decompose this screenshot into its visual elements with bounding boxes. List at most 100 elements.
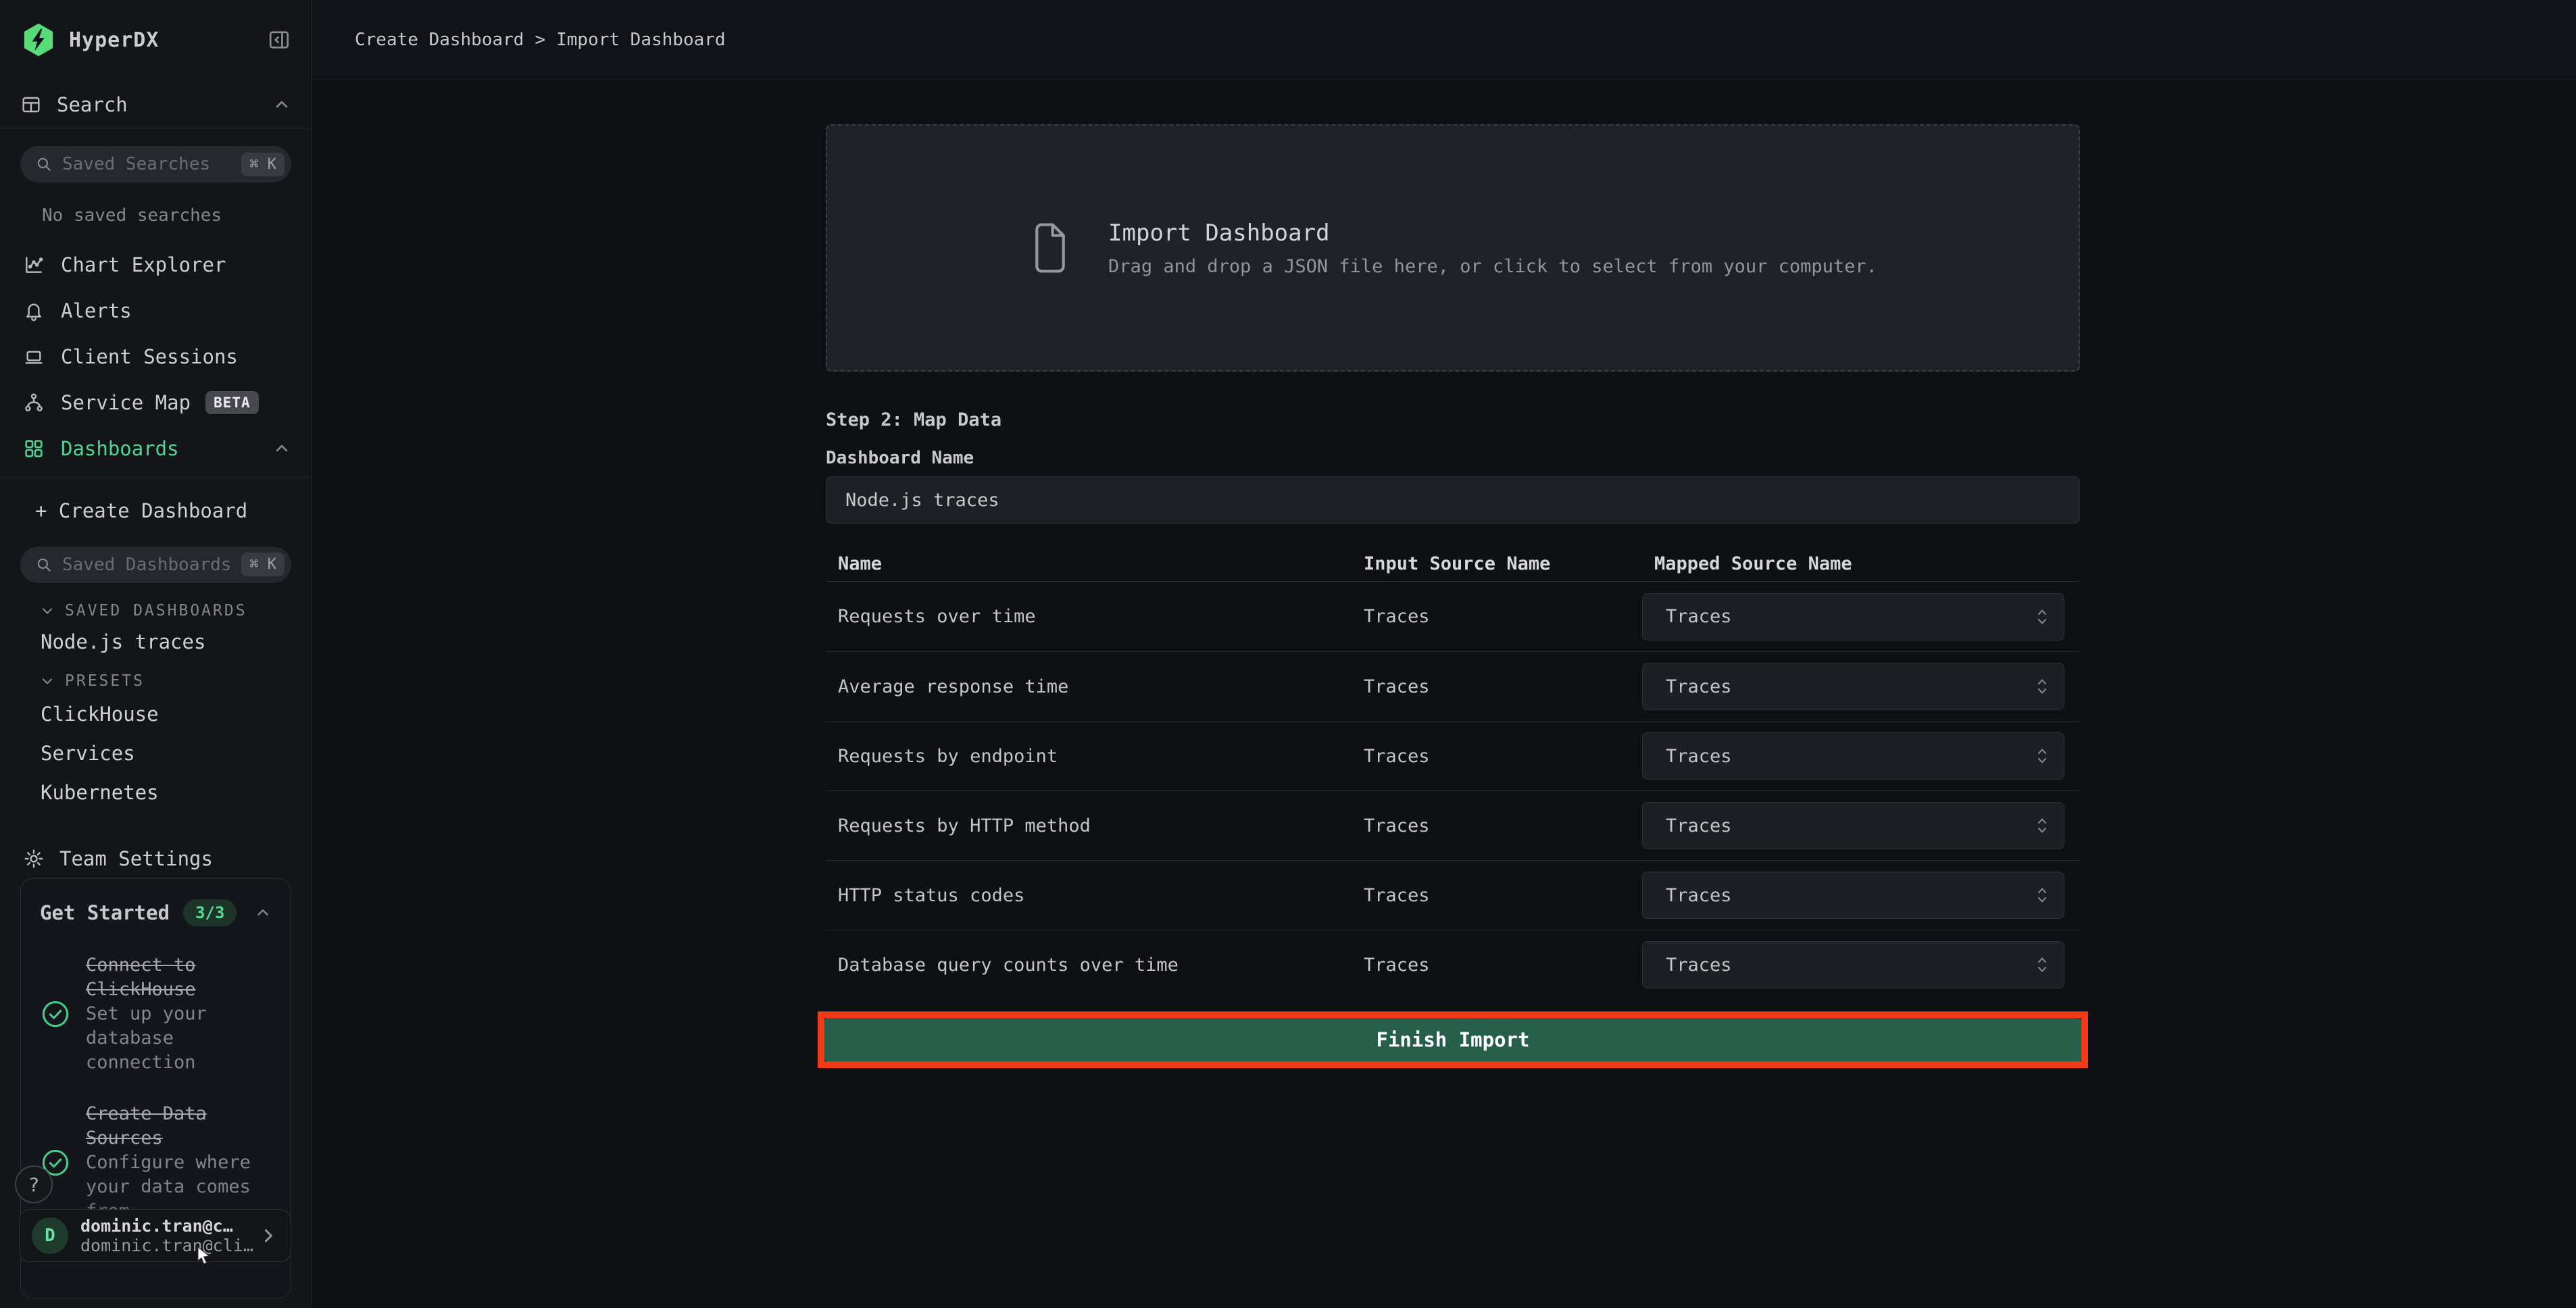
get-started-item-text: Connect to ClickHouse Set up your databa… bbox=[86, 953, 272, 1075]
sidebar-item-service-map[interactable]: Service Map BETA bbox=[20, 380, 291, 426]
logo-row: HyperDX bbox=[20, 22, 291, 58]
input-source-value: Traces bbox=[1352, 955, 1642, 976]
input-source-value: Traces bbox=[1352, 606, 1642, 627]
task-title: Create Data Sources bbox=[86, 1102, 272, 1151]
sidebar-item-chart-explorer[interactable]: Chart Explorer bbox=[20, 242, 291, 288]
selected-option: Traces bbox=[1666, 955, 1732, 976]
input-source-value: Traces bbox=[1352, 815, 1642, 836]
step-label: Step 2: Map Data bbox=[826, 409, 2080, 430]
table-row: HTTP status codes Traces Traces bbox=[826, 860, 2080, 930]
get-started-title: Get Started bbox=[40, 901, 170, 924]
dashboard-name-input[interactable] bbox=[826, 476, 2080, 524]
row-name: Requests by HTTP method bbox=[826, 815, 1352, 836]
chart-icon bbox=[23, 254, 45, 276]
dropzone-subtitle: Drag and drop a JSON file here, or click… bbox=[1108, 256, 1877, 277]
select-chevrons-icon bbox=[2035, 677, 2049, 696]
check-circle-icon bbox=[40, 999, 71, 1030]
sidebar-item-label: Alerts bbox=[61, 299, 132, 322]
sidebar-item-dashboards[interactable]: Dashboards bbox=[20, 426, 291, 472]
mapped-source-select[interactable]: Traces bbox=[1642, 872, 2064, 919]
row-name: Requests by endpoint bbox=[826, 746, 1352, 767]
saved-searches-input[interactable]: Saved Searches ⌘ K bbox=[20, 146, 291, 182]
divider bbox=[0, 477, 312, 478]
input-source-value: Traces bbox=[1352, 676, 1642, 697]
row-name: HTTP status codes bbox=[826, 885, 1352, 906]
beta-badge: BETA bbox=[205, 391, 259, 414]
select-chevrons-icon bbox=[2035, 816, 2049, 835]
breadcrumb-create-dashboard[interactable]: Create Dashboard bbox=[355, 30, 524, 50]
select-chevrons-icon bbox=[2035, 607, 2049, 626]
sidebar-item-alerts[interactable]: Alerts bbox=[20, 288, 291, 334]
dropzone-title: Import Dashboard bbox=[1108, 220, 1877, 247]
preset-item-services[interactable]: Services bbox=[20, 738, 291, 768]
column-header-name: Name bbox=[826, 553, 1352, 574]
sidebar-item-label: Service Map bbox=[61, 391, 191, 414]
mapped-source-select[interactable]: Traces bbox=[1642, 941, 2064, 988]
main-area: Create Dashboard > Import Dashboard Impo… bbox=[312, 0, 2576, 1308]
mapped-source-select[interactable]: Traces bbox=[1642, 732, 2064, 780]
sidebar-item-label: Chart Explorer bbox=[61, 253, 226, 276]
preset-item-kubernetes[interactable]: Kubernetes bbox=[20, 778, 291, 807]
saved-dashboards-group[interactable]: SAVED DASHBOARDS bbox=[20, 602, 291, 620]
sidebar-item-label: Client Sessions bbox=[61, 345, 238, 368]
breadcrumb-separator: > bbox=[535, 30, 545, 50]
select-chevrons-icon bbox=[2035, 747, 2049, 765]
avatar: D bbox=[32, 1217, 68, 1254]
shortcut-badge: ⌘ K bbox=[241, 553, 284, 576]
file-icon bbox=[1029, 220, 1072, 276]
table-row: Requests by HTTP method Traces Traces bbox=[826, 790, 2080, 860]
dashboard-name-label: Dashboard Name bbox=[826, 448, 2080, 468]
selected-option: Traces bbox=[1666, 676, 1732, 697]
get-started-item[interactable]: Connect to ClickHouse Set up your databa… bbox=[40, 953, 272, 1075]
mapped-source-select[interactable]: Traces bbox=[1642, 802, 2064, 849]
chevron-up-icon bbox=[272, 439, 291, 458]
chevron-down-icon bbox=[39, 603, 55, 619]
selected-option: Traces bbox=[1666, 815, 1732, 836]
sidebar-item-label: Dashboards bbox=[61, 437, 179, 460]
presets-group[interactable]: PRESETS bbox=[20, 672, 291, 690]
sidebar-item-client-sessions[interactable]: Client Sessions bbox=[20, 334, 291, 380]
create-dashboard-label: + Create Dashboard bbox=[35, 499, 247, 522]
create-dashboard-button[interactable]: + Create Dashboard bbox=[20, 493, 291, 528]
search-icon bbox=[35, 556, 53, 574]
nav-search[interactable]: Search bbox=[20, 86, 291, 122]
mapped-source-select[interactable]: Traces bbox=[1642, 663, 2064, 710]
table-row: Database query counts over time Traces T… bbox=[826, 930, 2080, 999]
dropzone-inner: Import Dashboard Drag and drop a JSON fi… bbox=[1029, 220, 1877, 277]
user-email: dominic.tran@cli… bbox=[80, 1236, 253, 1255]
dashboard-item-nodejs-traces[interactable]: Node.js traces bbox=[20, 630, 291, 653]
table-header: Name Input Source Name Mapped Source Nam… bbox=[826, 547, 2080, 582]
row-name: Average response time bbox=[826, 676, 1352, 697]
file-dropzone[interactable]: Import Dashboard Drag and drop a JSON fi… bbox=[826, 124, 2080, 372]
chevron-down-icon bbox=[39, 673, 55, 689]
user-texts: dominic.tran@c… dominic.tran@cli… bbox=[80, 1216, 253, 1255]
mapped-source-select[interactable]: Traces bbox=[1642, 593, 2064, 640]
team-settings-label: Team Settings bbox=[59, 847, 213, 870]
question-icon: ? bbox=[28, 1174, 40, 1196]
input-source-value: Traces bbox=[1352, 885, 1642, 906]
task-title: Connect to ClickHouse bbox=[86, 953, 272, 1002]
user-name: dominic.tran@c… bbox=[80, 1216, 253, 1236]
breadcrumb-import-dashboard: Import Dashboard bbox=[556, 30, 725, 50]
sidebar-collapse-icon[interactable] bbox=[267, 28, 291, 52]
import-content: Import Dashboard Drag and drop a JSON fi… bbox=[826, 80, 2080, 1068]
gear-icon bbox=[23, 848, 45, 870]
preset-item-clickhouse[interactable]: ClickHouse bbox=[20, 699, 291, 729]
task-desc: Set up your database connection bbox=[86, 1002, 272, 1075]
topbar: Create Dashboard > Import Dashboard bbox=[312, 0, 2576, 80]
app-root: HyperDX Search bbox=[0, 0, 2576, 1308]
hierarchy-icon bbox=[23, 392, 45, 413]
user-menu[interactable]: D dominic.tran@c… dominic.tran@cli… bbox=[19, 1209, 291, 1262]
get-started-item[interactable]: Create Data Sources Configure where your… bbox=[40, 1102, 272, 1224]
finish-import-button[interactable]: Finish Import bbox=[824, 1018, 2081, 1061]
chevron-right-icon bbox=[258, 1226, 278, 1246]
row-name: Database query counts over time bbox=[826, 955, 1352, 976]
selected-option: Traces bbox=[1666, 746, 1732, 767]
table-row: Requests over time Traces Traces bbox=[826, 582, 2080, 651]
progress-badge: 3/3 bbox=[183, 899, 237, 926]
saved-dashboards-input[interactable]: Saved Dashboards ⌘ K bbox=[20, 547, 291, 583]
sidebar-item-team-settings[interactable]: Team Settings bbox=[20, 840, 291, 878]
hyperdx-logo-icon bbox=[20, 22, 57, 58]
help-button[interactable]: ? bbox=[15, 1165, 53, 1203]
get-started-header[interactable]: Get Started 3/3 bbox=[40, 899, 272, 926]
